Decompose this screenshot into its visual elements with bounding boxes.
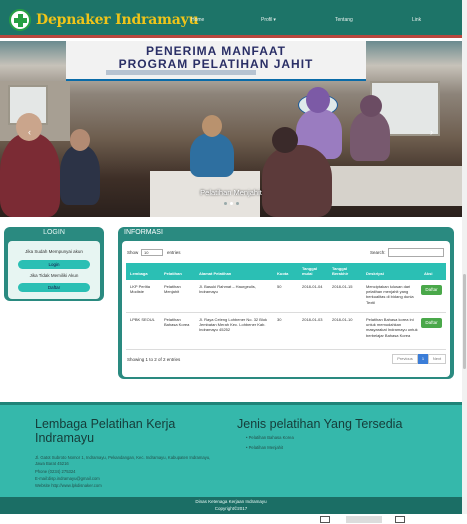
footer-list-item: • Pelatihan Menjahit bbox=[246, 445, 284, 450]
login-button[interactable]: Login bbox=[18, 260, 90, 269]
cell-deskripsi: Pelatihan Bahasa korea ini untuk memudah… bbox=[366, 317, 418, 338]
carousel-dot[interactable] bbox=[224, 202, 227, 205]
cell-tanggal-berakhir: 2018-01-15 bbox=[332, 284, 353, 289]
login-panel-body: Jika Sudah Mempunyai akun Login Jika Tid… bbox=[8, 241, 100, 299]
hero-banner-line2: PROGRAM PELATIHAN JAHIT bbox=[118, 57, 314, 71]
footer: Lembaga Pelatihan Kerja Indramayu Jl. Ga… bbox=[0, 402, 462, 497]
nav-profil[interactable]: Profil▾ bbox=[261, 17, 276, 23]
brand-logo-icon bbox=[9, 9, 31, 31]
hero-photo-person-head bbox=[202, 115, 222, 137]
entries-select[interactable]: 10 bbox=[141, 249, 163, 256]
cell-deskripsi: Menciptakan lulusan dari pelatihan menja… bbox=[366, 284, 414, 305]
column-header-lembaga[interactable]: Lembaga bbox=[130, 271, 148, 276]
row-divider bbox=[126, 349, 446, 350]
column-header-pelatihan[interactable]: Pelatihan bbox=[164, 271, 182, 276]
nav-profil-label: Profil bbox=[261, 17, 273, 23]
cell-kuota: 30 bbox=[277, 317, 282, 322]
info-title: INFORMASI bbox=[124, 229, 163, 236]
column-header-tanggal-mulai[interactable]: Tanggal mulai bbox=[302, 266, 324, 276]
search-label: Search: bbox=[370, 250, 386, 255]
column-header-tanggal-berakhir[interactable]: Tanggal Berakhir bbox=[332, 266, 356, 276]
page-scrollbar[interactable] bbox=[462, 0, 467, 514]
login-title: LOGIN bbox=[43, 229, 65, 236]
hero-carousel[interactable]: PENERIMA MANFAAT PROGRAM PELATIHAN JAHIT… bbox=[0, 41, 462, 217]
carousel-prev-icon[interactable]: ‹ bbox=[28, 127, 31, 137]
cell-alamat: Jl. Raya Celeng Lohbener No. 32 Blok Jem… bbox=[199, 317, 268, 333]
pager-next[interactable]: Next bbox=[428, 354, 446, 364]
info-panel: INFORMASI Show 10 entries Search: Lembag… bbox=[118, 227, 454, 379]
hero-photo-machine bbox=[330, 166, 462, 206]
cell-lembaga: LKP Perlita Modiste bbox=[130, 284, 150, 295]
footer-phone: Phone (0234) 275324 bbox=[35, 469, 76, 474]
nav-link[interactable]: Link bbox=[412, 17, 421, 23]
hero-caption: Pelatihan Menjahit bbox=[200, 188, 262, 197]
cell-alamat: Jl. Basuki Rahmat – Haurgeulis, Indramay… bbox=[199, 284, 256, 295]
cell-tanggal-mulai: 2018-01-03 bbox=[302, 317, 323, 322]
hero-photo-person-head bbox=[272, 127, 298, 153]
column-header-aksi[interactable]: Aksi bbox=[424, 271, 432, 276]
entries-label: entries bbox=[167, 250, 181, 255]
text-view-icon[interactable] bbox=[395, 516, 405, 523]
show-label: Show bbox=[127, 250, 139, 255]
cell-pelatihan: Pelatihan Bahasa Korea bbox=[164, 317, 190, 328]
scrollbar-thumb[interactable] bbox=[463, 274, 466, 369]
hero-banner-subtitle-bar bbox=[106, 70, 256, 75]
hero-photo-person bbox=[0, 133, 60, 217]
footer-title-left: Lembaga Pelatihan Kerja Indramayu bbox=[35, 417, 176, 445]
footer-list-item-label: Pelatihan Menjahit bbox=[248, 445, 284, 450]
hero-banner: PENERIMA MANFAAT PROGRAM PELATIHAN JAHIT bbox=[66, 41, 366, 81]
hero-photo-person-head bbox=[306, 87, 330, 113]
login-panel: LOGIN Jika Sudah Mempunyai akun Login Ji… bbox=[4, 227, 104, 301]
footer-list-item-label: Pelatihan Bahasa Korea bbox=[248, 435, 294, 440]
carousel-next-icon[interactable]: › bbox=[430, 127, 433, 137]
hero-photo-person bbox=[262, 145, 332, 217]
chevron-down-icon: ▾ bbox=[273, 17, 276, 23]
copyright-bar: Dinas Ketenaga Kerjaan Indramayu Copyrig… bbox=[0, 497, 462, 514]
search-input[interactable] bbox=[388, 248, 444, 257]
footer-address: Jl. Gatot Subroto Nomor 1, Indramayu, Pe… bbox=[35, 455, 211, 466]
register-button[interactable]: Daftar bbox=[18, 283, 90, 292]
hero-photo-person-head bbox=[70, 129, 90, 151]
showing-entries-text: Showing 1 to 2 of 2 entries bbox=[127, 357, 181, 362]
footer-website[interactable]: Website http://www.lpkdisnaker.com bbox=[35, 483, 102, 488]
carousel-dot-active[interactable] bbox=[230, 202, 233, 205]
cell-pelatihan: Pelatihan Menjahit bbox=[164, 284, 181, 295]
daftar-button[interactable]: Daftar bbox=[421, 285, 442, 295]
has-account-text: Jika Sudah Mempunyai akun bbox=[25, 249, 83, 254]
row-divider bbox=[126, 312, 446, 313]
carousel-indicators bbox=[224, 202, 239, 205]
brand-name: Depnaker Indramayu bbox=[36, 12, 199, 28]
page-view-icon[interactable] bbox=[346, 516, 382, 523]
hero-photo-person-head bbox=[360, 95, 382, 117]
carousel-dot[interactable] bbox=[236, 202, 239, 205]
cell-lembaga: LPBK SEOUL bbox=[130, 317, 155, 322]
cell-kuota: 50 bbox=[277, 284, 282, 289]
copyright-line2: Copyright©2017 bbox=[214, 506, 248, 511]
nav-tentang[interactable]: Tentang bbox=[335, 17, 353, 23]
table-header: Lembaga Pelatihan Alamat Pelatihan Kuota… bbox=[126, 263, 446, 280]
hero-photo-person bbox=[190, 133, 234, 177]
cell-tanggal-berakhir: 2018-01-10 bbox=[332, 317, 353, 322]
daftar-button[interactable]: Daftar bbox=[421, 318, 442, 328]
footer-list-item: • Pelatihan Bahasa Korea bbox=[246, 435, 294, 440]
footer-title-right: Jenis pelatihan Yang Tersedia bbox=[237, 417, 403, 431]
book-view-icon[interactable] bbox=[320, 516, 330, 523]
top-navbar: Depnaker Indramayu Home Profil▾ Tentang … bbox=[0, 0, 462, 38]
column-header-alamat[interactable]: Alamat Pelatihan bbox=[199, 271, 231, 276]
column-header-deskripsi[interactable]: Deskripsi bbox=[366, 271, 384, 276]
info-panel-body: Show 10 entries Search: Lembaga Pelatiha… bbox=[122, 241, 450, 377]
pager-previous[interactable]: Previous bbox=[392, 354, 418, 364]
hero-photo-person bbox=[350, 111, 390, 161]
no-account-text: Jika Tidak Memiliki Akun bbox=[29, 273, 79, 278]
hero-banner-line1: PENERIMA MANFAAT bbox=[146, 44, 286, 58]
brand[interactable]: Depnaker Indramayu bbox=[9, 9, 199, 31]
copyright-line1: Dinas Ketenaga Kerjaan Indramayu bbox=[195, 499, 267, 504]
viewer-toolbar bbox=[0, 514, 467, 524]
cell-tanggal-mulai: 2018-01-04 bbox=[302, 284, 323, 289]
nav-home[interactable]: Home bbox=[191, 17, 204, 23]
pager-page-1[interactable]: 1 bbox=[418, 354, 428, 364]
column-header-kuota[interactable]: Kuota bbox=[277, 271, 288, 276]
footer-email[interactable]: E-mail:disp.indramayu@gmail.com bbox=[35, 476, 100, 481]
